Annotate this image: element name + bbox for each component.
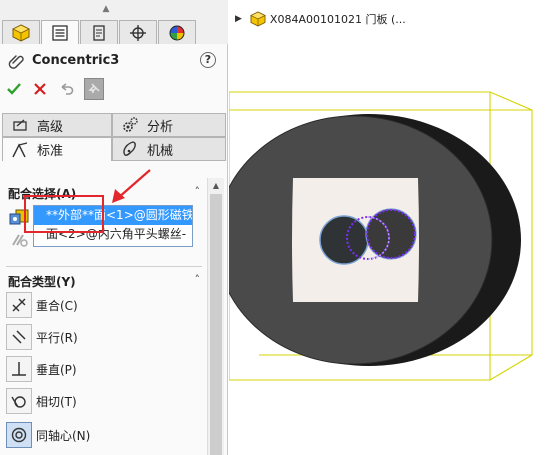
model-view[interactable] [229, 0, 547, 455]
annotation-arrow-icon [112, 169, 151, 203]
magnet-part[interactable] [229, 114, 521, 366]
